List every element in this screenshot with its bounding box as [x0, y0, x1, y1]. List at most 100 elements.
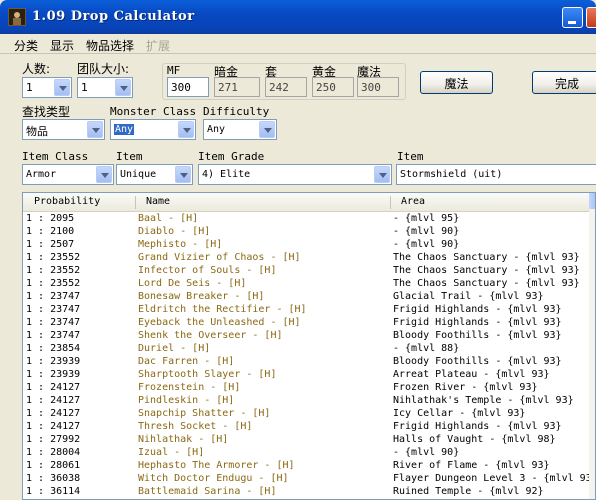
header-name[interactable]: Name	[146, 196, 170, 207]
name-cell: Dac Farren - [H]	[138, 356, 235, 367]
name-cell: Pindleskin - [H]	[138, 395, 235, 406]
menu-bar: 分类 显示 物品选择 扩展	[0, 34, 596, 54]
vertical-scrollbar[interactable]	[589, 193, 595, 499]
area-cell: - {mlvl 88}	[393, 343, 460, 354]
table-row[interactable]: 1 : 36038 Witch Doctor Endugu - [H] Flayer…	[23, 472, 595, 485]
name-cell: Eyeback the Unleashed - [H]	[138, 317, 301, 328]
menu-category[interactable]: 分类	[14, 37, 38, 54]
table-row[interactable]: 1 : 23747 Eyeback the Unleashed - [H] Frig…	[23, 316, 589, 329]
set-value: 242	[265, 77, 307, 97]
area-cell: Frigid Highlands - {mlvl 93}	[393, 421, 562, 432]
probability-cell: 1 : 23747	[26, 330, 81, 341]
chevron-down-icon[interactable]	[178, 121, 194, 138]
app-icon	[8, 8, 26, 26]
name-cell: Hephasto The Armorer - [H]	[138, 460, 295, 471]
name-cell: Mephisto - [H]	[138, 239, 223, 250]
table-row[interactable]: 1 : 23939 Dac Farren - [H] Bloody Foothill…	[23, 355, 589, 368]
header-area[interactable]: Area	[401, 196, 425, 207]
mf-label: MF	[167, 64, 181, 77]
name-cell: Lord De Seis - [H]	[138, 278, 247, 289]
table-row[interactable]: 1 : 23854 Duriel - [H] - {mlvl 88}	[23, 342, 589, 355]
probability-cell: 1 : 24127	[26, 421, 81, 432]
chevron-down-icon[interactable]	[175, 166, 191, 183]
column-divider[interactable]	[135, 196, 136, 209]
chevron-down-icon[interactable]	[54, 79, 70, 96]
probability-cell: 1 : 2100	[26, 226, 75, 237]
item-type-select[interactable]: Unique	[116, 164, 193, 185]
minimize-button[interactable]	[562, 7, 583, 28]
area-cell: Frigid Highlands - {mlvl 93}	[393, 304, 562, 315]
item-class-value: Armor	[26, 169, 57, 180]
probability-cell: 1 : 24127	[26, 408, 81, 419]
table-row[interactable]: 1 : 23552 Infector of Souls - [H] The Chao…	[23, 264, 589, 277]
area-cell: Bloody Foothills - {mlvl 93}	[393, 330, 562, 341]
area-cell: Flayer Dungeon Level 3 - {mlvl 93}	[393, 473, 596, 484]
chevron-down-icon[interactable]	[374, 166, 390, 183]
name-cell: Duriel - [H]	[138, 343, 211, 354]
area-cell: Ruined Temple - {mlvl 92}	[393, 486, 544, 497]
probability-cell: 1 : 2507	[26, 239, 75, 250]
menu-display[interactable]: 显示	[50, 37, 74, 54]
title-bar[interactable]: 1.09 Drop Calculator	[0, 0, 596, 34]
table-row[interactable]: 1 : 28004 Izual - [H] - {mlvl 90}	[23, 446, 589, 459]
table-row[interactable]: 1 : 24127 Frozenstein - [H] Frozen River -…	[23, 381, 589, 394]
results-table[interactable]: Probability Name Area 1 : 2095 Baal - [H]…	[22, 192, 596, 500]
difficulty-select[interactable]: Any	[203, 119, 277, 140]
mf-input[interactable]: 300	[167, 77, 209, 97]
name-cell: Grand Vizier of Chaos - [H]	[138, 252, 301, 263]
menu-extend[interactable]: 扩展	[146, 37, 170, 54]
table-row[interactable]: 1 : 2100 Diablo - [H] - {mlvl 90}	[23, 225, 589, 238]
monster-class-label: Monster Class	[110, 105, 197, 118]
probability-cell: 1 : 23552	[26, 265, 81, 276]
name-cell: Thresh Socket - [H]	[138, 421, 253, 432]
table-row[interactable]: 1 : 23747 Shenk the Overseer - [H] Bloody …	[23, 329, 589, 342]
difficulty-label: Difficulty	[203, 105, 270, 118]
name-cell: Diablo - [H]	[138, 226, 211, 237]
players-value: 1	[26, 81, 33, 94]
item-grade-select[interactable]: 4) Elite	[198, 164, 392, 185]
table-row[interactable]: 1 : 2507 Mephisto - [H] - {mlvl 90}	[23, 238, 589, 251]
chevron-down-icon[interactable]	[259, 121, 275, 138]
table-row[interactable]: 1 : 27992 Nihlathak - [H] Halls of Vaught …	[23, 433, 589, 446]
area-cell: Arreat Plateau - {mlvl 93}	[393, 369, 550, 380]
probability-cell: 1 : 36114	[26, 486, 81, 497]
probability-cell: 1 : 23939	[26, 369, 81, 380]
header-probability[interactable]: Probability	[34, 196, 100, 207]
table-row[interactable]: 1 : 23939 Sharptooth Slayer - [H] Arreat P…	[23, 368, 589, 381]
name-cell: Battlemaid Sarina - [H]	[138, 486, 277, 497]
area-cell: - {mlvl 90}	[393, 226, 460, 237]
name-cell: Frozenstein - [H]	[138, 382, 241, 393]
chevron-down-icon[interactable]	[96, 166, 112, 183]
name-cell: Nihlathak - [H]	[138, 434, 229, 445]
table-row[interactable]: 1 : 23747 Bonesaw Breaker - [H] Glacial Tr…	[23, 290, 589, 303]
item-class-select[interactable]: Armor	[22, 164, 114, 185]
table-row[interactable]: 1 : 2095 Baal - [H] - {mlvl 95}	[23, 212, 589, 225]
item-grade-label: Item Grade	[198, 150, 265, 163]
table-row[interactable]: 1 : 36114 Battlemaid Sarina - [H] Ruined T…	[23, 485, 589, 498]
menu-item-select[interactable]: 物品选择	[86, 37, 134, 54]
probability-cell: 1 : 23552	[26, 252, 81, 263]
probability-cell: 1 : 24127	[26, 395, 81, 406]
table-row[interactable]: 1 : 28061 Hephasto The Armorer - [H] River…	[23, 459, 589, 472]
done-button[interactable]: 完成	[532, 71, 596, 94]
players-select[interactable]: 1	[22, 77, 72, 98]
table-row[interactable]: 1 : 23552 Grand Vizier of Chaos - [H] The …	[23, 251, 589, 264]
table-row[interactable]: 1 : 23747 Eldritch the Rectifier - [H] Fri…	[23, 303, 589, 316]
chevron-down-icon[interactable]	[87, 121, 103, 138]
table-row[interactable]: 1 : 23552 Lord De Seis - [H] The Chaos San…	[23, 277, 589, 290]
table-row[interactable]: 1 : 24127 Pindleskin - [H] Nihlathak's Tem…	[23, 394, 589, 407]
area-cell: Glacial Trail - {mlvl 93}	[393, 291, 544, 302]
monster-class-select[interactable]: Any	[110, 119, 196, 140]
column-divider[interactable]	[390, 196, 391, 209]
party-size-select[interactable]: 1	[77, 77, 133, 98]
item-name-select[interactable]: Stormshield (uit)	[396, 164, 596, 185]
close-button[interactable]	[586, 7, 596, 28]
name-cell: Sharptooth Slayer - [H]	[138, 369, 277, 380]
magic-button[interactable]: 魔法	[420, 71, 493, 94]
table-row[interactable]: 1 : 24127 Thresh Socket - [H] Frigid Highl…	[23, 420, 589, 433]
search-type-select[interactable]: 物品	[22, 119, 105, 140]
probability-cell: 1 : 2095	[26, 213, 75, 224]
chevron-down-icon[interactable]	[115, 79, 131, 96]
table-row[interactable]: 1 : 24127 Snapchip Shatter - [H] Icy Cella…	[23, 407, 589, 420]
scroll-up-button[interactable]	[589, 193, 595, 209]
